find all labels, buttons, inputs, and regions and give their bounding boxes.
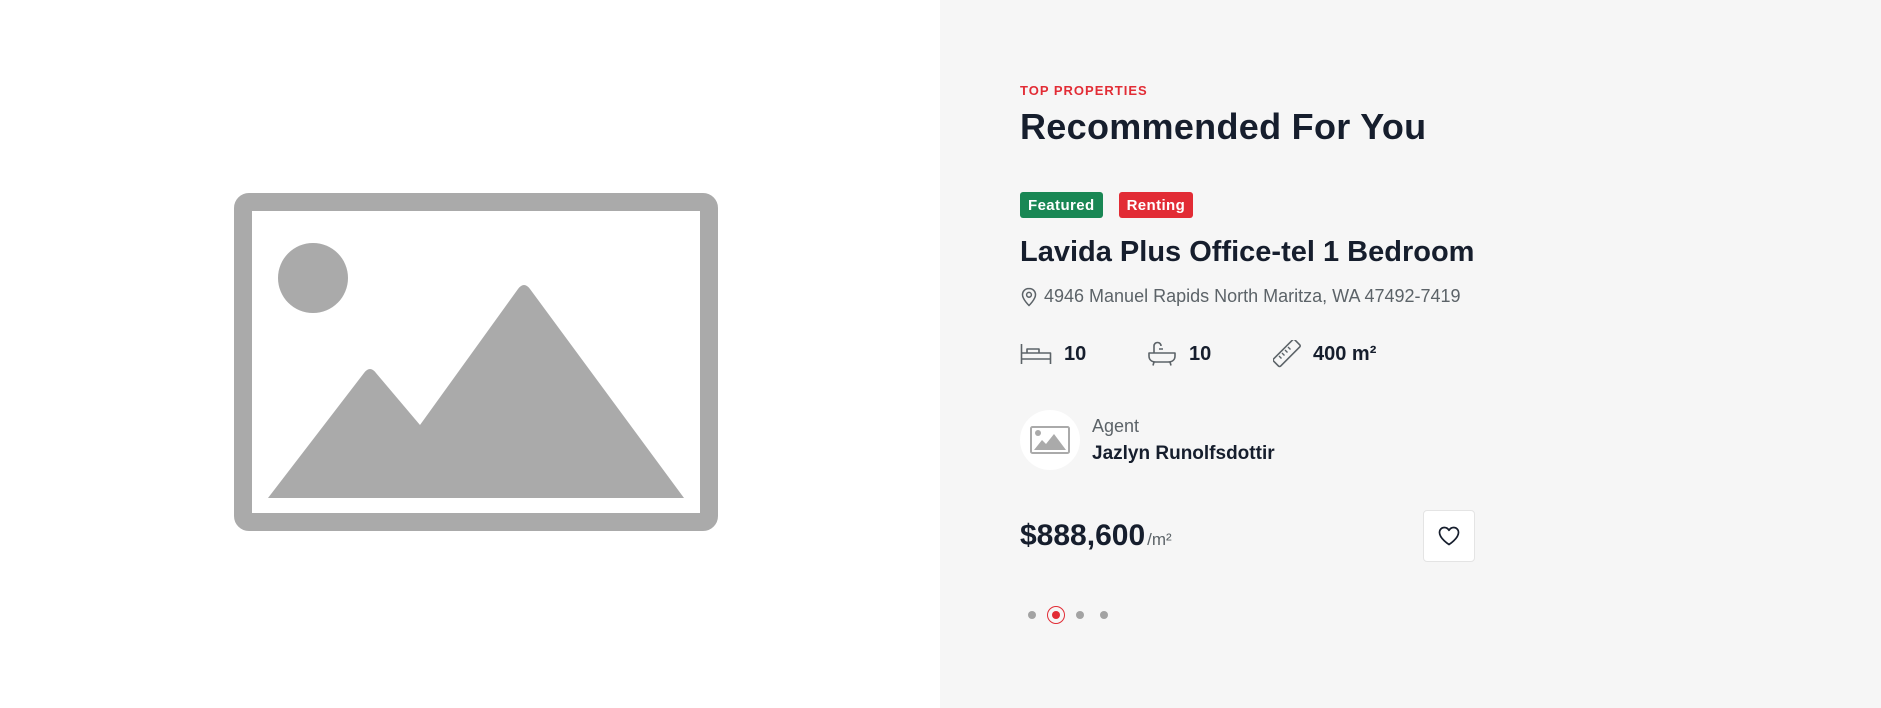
bathtub-icon [1148, 341, 1176, 366]
address-text: 4946 Manuel Rapids North Maritza, WA 474… [1044, 286, 1461, 306]
area-value: 400 m² [1313, 342, 1377, 365]
agent-info: Agent Jazlyn Runolfsdottir [1092, 416, 1275, 465]
section-title: Recommended For You [1020, 106, 1427, 147]
favorite-button[interactable] [1423, 510, 1475, 562]
section-eyebrow: TOP PROPERTIES [1020, 83, 1148, 98]
avatar [1020, 410, 1080, 470]
carousel-pagination [1020, 606, 1116, 624]
carousel-dot-2-active[interactable] [1047, 606, 1065, 624]
baths-value: 10 [1189, 342, 1212, 365]
agent-role: Agent [1092, 415, 1140, 436]
carousel-dot-1[interactable] [1028, 611, 1036, 619]
price-unit: /m² [1147, 530, 1172, 549]
recommended-section: TOP PROPERTIES Recommended For You Featu… [0, 0, 1881, 708]
carousel-dot-3[interactable] [1076, 611, 1084, 619]
image-placeholder-icon [1030, 426, 1070, 454]
property-details-panel: TOP PROPERTIES Recommended For You Featu… [940, 0, 1881, 708]
price-row: $888,600 /m² [1020, 510, 1475, 562]
baths-feature: 10 [1147, 340, 1273, 368]
image-placeholder-icon [234, 193, 718, 531]
featured-badge: Featured [1020, 192, 1103, 218]
agent-name[interactable]: Jazlyn Runolfsdottir [1092, 443, 1275, 465]
ruler-icon [1273, 340, 1301, 368]
heart-icon [1438, 526, 1460, 546]
property-image[interactable] [0, 0, 940, 708]
agent-card[interactable]: Agent Jazlyn Runolfsdottir [1020, 410, 1275, 470]
property-address: 4946 Manuel Rapids North Maritza, WA 474… [1020, 286, 1461, 307]
area-feature: 400 m² [1273, 340, 1376, 368]
badge-group: Featured Renting [1020, 192, 1194, 218]
renting-badge: Renting [1118, 192, 1194, 218]
beds-value: 10 [1064, 342, 1087, 365]
price-value: $888,600 [1020, 519, 1146, 552]
property-title[interactable]: Lavida Plus Office-tel 1 Bedroom [1020, 236, 1474, 269]
map-pin-icon [1021, 287, 1037, 307]
property-price: $888,600 /m² [1020, 519, 1172, 553]
bed-icon [1020, 344, 1052, 364]
carousel-dot-4[interactable] [1100, 611, 1108, 619]
beds-feature: 10 [1020, 340, 1147, 368]
property-features: 10 10 400 m² [1020, 340, 1376, 368]
